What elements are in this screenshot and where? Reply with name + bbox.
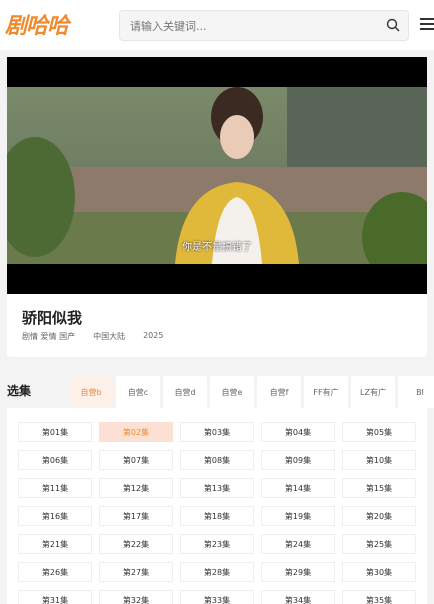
episode-button[interactable]: 第03集 (180, 422, 254, 442)
source-tab[interactable]: 自营f (257, 376, 301, 408)
episode-button[interactable]: 第20集 (342, 506, 416, 526)
episode-button[interactable]: 第31集 (18, 590, 92, 604)
episode-button[interactable]: 第29集 (261, 562, 335, 582)
player-card: 你是不是搞错了 骄阳似我 剧情 爱情 国产 中国大陆 2025 (7, 57, 427, 357)
show-region: 中国大陆 (93, 332, 126, 341)
source-tab[interactable]: 自营d (163, 376, 207, 408)
site-logo[interactable]: 剧哈哈 (5, 8, 69, 40)
episode-button[interactable]: 第34集 (261, 590, 335, 604)
episode-button[interactable]: 第11集 (18, 478, 92, 498)
source-tab[interactable]: 自营b (69, 376, 113, 408)
source-tab[interactable]: 自营e (210, 376, 254, 408)
show-year: 2025 (143, 331, 164, 340)
episode-grid: 第01集 第02集 第03集 第04集 第05集第06集 第07集 第08集 第09集 第10集… (18, 422, 416, 604)
show-meta: 剧情 爱情 国产 中国大陆 2025 (22, 331, 181, 342)
episode-button[interactable]: 第30集 (342, 562, 416, 582)
episode-button[interactable]: 第17集 (99, 506, 173, 526)
episode-panel: 第01集 第02集 第03集 第04集 第05集第06集 第07集 第08集 第09集 第10集… (7, 408, 427, 604)
episode-button[interactable]: 第12集 (99, 478, 173, 498)
episode-button[interactable]: 第27集 (99, 562, 173, 582)
video-subtitle: 你是不是搞错了 (182, 242, 252, 253)
search-icon[interactable] (386, 18, 400, 32)
episode-button[interactable]: 第09集 (261, 450, 335, 470)
episode-button[interactable]: 第35集 (342, 590, 416, 604)
episode-button[interactable]: 第16集 (18, 506, 92, 526)
episode-button[interactable]: 第08集 (180, 450, 254, 470)
episode-button[interactable]: 第25集 (342, 534, 416, 554)
source-tab[interactable]: BI (398, 376, 434, 408)
episode-button[interactable]: 第28集 (180, 562, 254, 582)
source-tab[interactable]: 自营c (116, 376, 160, 408)
episode-button[interactable]: 第05集 (342, 422, 416, 442)
source-tab[interactable]: LZ有广 (351, 376, 395, 408)
show-genres: 剧情 爱情 国产 (22, 332, 76, 341)
episode-button[interactable]: 第26集 (18, 562, 92, 582)
top-header: 剧哈哈 (0, 0, 434, 50)
show-title: 骄阳似我 (22, 309, 83, 327)
video-player[interactable]: 你是不是搞错了 (7, 57, 427, 294)
episode-button[interactable]: 第06集 (18, 450, 92, 470)
episode-button[interactable]: 第04集 (261, 422, 335, 442)
episode-button[interactable]: 第19集 (261, 506, 335, 526)
episode-button[interactable]: 第22集 (99, 534, 173, 554)
episode-button[interactable]: 第10集 (342, 450, 416, 470)
episode-button[interactable]: 第02集 (99, 422, 173, 442)
search-input[interactable] (130, 17, 370, 35)
episode-button[interactable]: 第01集 (18, 422, 92, 442)
episode-button[interactable]: 第18集 (180, 506, 254, 526)
episode-button[interactable]: 第23集 (180, 534, 254, 554)
search-bar (119, 10, 409, 41)
episode-button[interactable]: 第15集 (342, 478, 416, 498)
source-tab[interactable]: FF有广 (304, 376, 348, 408)
episodes-label: 选集 (7, 384, 32, 398)
hamburger-menu-icon[interactable] (420, 18, 434, 32)
source-tabs: 自营b 自营c 自营d 自营e 自营f FF有广 LZ有广 BI (69, 376, 434, 408)
episode-button[interactable]: 第32集 (99, 590, 173, 604)
episode-button[interactable]: 第14集 (261, 478, 335, 498)
episode-button[interactable]: 第07集 (99, 450, 173, 470)
episode-button[interactable]: 第13集 (180, 478, 254, 498)
episode-button[interactable]: 第24集 (261, 534, 335, 554)
episode-button[interactable]: 第33集 (180, 590, 254, 604)
episode-button[interactable]: 第21集 (18, 534, 92, 554)
